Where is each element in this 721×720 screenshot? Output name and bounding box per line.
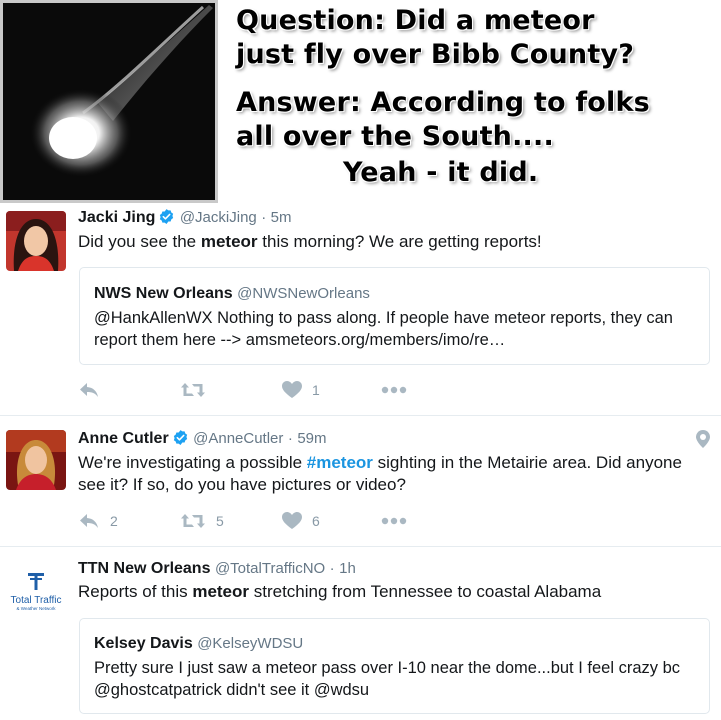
hashtag-link[interactable]: #meteor [307, 453, 373, 472]
like-count: 1 [312, 382, 320, 398]
logo-tagline: & Weather Network [17, 606, 57, 611]
location-pin-icon[interactable] [696, 430, 710, 448]
more-button[interactable] [381, 510, 407, 532]
avatar[interactable] [6, 430, 66, 490]
like-button[interactable]: 6 [282, 510, 320, 532]
author-handle[interactable]: @TotalTrafficNO [215, 560, 325, 577]
answer-line-2: all over the South.... [236, 121, 554, 152]
quoted-author-handle: @KelseyWDSU [197, 635, 304, 652]
avatar[interactable] [6, 211, 66, 271]
separator-dot: · [329, 560, 335, 577]
author-handle[interactable]: @AnneCutler [193, 430, 283, 447]
total-traffic-logo: Total Traffic & Weather Network [6, 565, 66, 625]
verified-icon [173, 430, 187, 445]
separator-dot: · [287, 430, 293, 447]
quoted-tweet-header: NWS New Orleans @NWSNewOrleans [94, 283, 695, 304]
tweet[interactable]: Anne Cutler @AnneCutler · 59m We're inve… [0, 416, 721, 547]
answer-line-3: Yeah - it did. [343, 157, 539, 188]
text-part: this morning? We are getting reports! [257, 232, 542, 251]
retweet-icon [181, 514, 205, 528]
tweet-header: Jacki Jing @JackiJing · 5m [78, 208, 292, 228]
tweet-text: We're investigating a possible #meteor s… [78, 452, 707, 496]
reply-count: 2 [110, 513, 118, 529]
tweet-actions: 2 5 6 [78, 510, 438, 532]
more-icon [381, 386, 407, 394]
tweet[interactable]: Total Traffic & Weather Network TTN New … [0, 547, 721, 720]
like-icon [282, 381, 302, 398]
retweet-button[interactable] [180, 379, 216, 401]
tweet-text: Did you see the meteor this morning? We … [78, 231, 707, 253]
like-button[interactable]: 1 [282, 379, 320, 401]
reply-button[interactable] [78, 379, 110, 401]
separator-dot: · [261, 209, 267, 226]
quoted-author-name: NWS New Orleans [94, 285, 233, 302]
verified-icon [160, 209, 174, 224]
answer-line-1: Answer: According to folks [236, 87, 650, 118]
highlighted-keyword: meteor [200, 232, 258, 251]
text-part: We're investigating a possible [78, 453, 307, 472]
reply-button[interactable]: 2 [78, 510, 118, 532]
question-line-1: Question: Did a meteor [236, 5, 595, 36]
text-part: stretching from Tennessee to coastal Ala… [249, 582, 602, 601]
like-count: 6 [312, 513, 320, 529]
question-line-2: just fly over Bibb County? [236, 39, 635, 70]
like-icon [282, 512, 302, 529]
highlighted-keyword: meteor [192, 582, 250, 601]
reply-icon [80, 514, 98, 528]
author-name[interactable]: TTN New Orleans [78, 560, 210, 577]
author-handle[interactable]: @JackiJing [180, 209, 257, 226]
reply-icon [80, 383, 98, 397]
tweet-header: TTN New Orleans @TotalTrafficNO · 1h [78, 559, 356, 579]
timestamp[interactable]: 1h [339, 560, 356, 577]
more-button[interactable] [381, 379, 407, 401]
quoted-tweet[interactable]: NWS New Orleans @NWSNewOrleans @HankAlle… [79, 267, 710, 365]
quoted-author-handle: @NWSNewOrleans [237, 285, 370, 302]
quoted-author-name: Kelsey Davis [94, 635, 193, 652]
quoted-tweet-text: Pretty sure I just saw a meteor pass ove… [94, 659, 681, 699]
timestamp[interactable]: 59m [297, 430, 326, 447]
tweet-header: Anne Cutler @AnneCutler · 59m [78, 429, 327, 449]
timestamp[interactable]: 5m [271, 209, 292, 226]
retweet-count: 5 [216, 513, 224, 529]
author-name[interactable]: Jacki Jing [78, 209, 155, 226]
avatar[interactable]: Total Traffic & Weather Network [6, 565, 66, 625]
text-part: Did you see the [78, 232, 201, 251]
tweet-actions: 1 [78, 379, 438, 401]
logo-wordmark: Total Traffic [11, 595, 62, 606]
headline-graphic: Question: Did a meteor just fly over Bib… [0, 0, 721, 203]
quoted-tweet-text: @HankAllenWX Nothing to pass along. If p… [94, 309, 673, 349]
more-icon [381, 517, 407, 525]
tweet[interactable]: Jacki Jing @JackiJing · 5m Did you see t… [0, 203, 721, 416]
meteor-photo [0, 0, 218, 203]
retweet-button[interactable]: 5 [180, 510, 224, 532]
quoted-tweet[interactable]: Kelsey Davis @KelseyWDSU Pretty sure I j… [79, 618, 710, 714]
text-part: Reports of this [78, 582, 193, 601]
tweet-text: Reports of this meteor stretching from T… [78, 581, 707, 603]
quoted-tweet-header: Kelsey Davis @KelseyWDSU [94, 633, 695, 654]
author-name[interactable]: Anne Cutler [78, 430, 169, 447]
retweet-icon [181, 383, 205, 397]
